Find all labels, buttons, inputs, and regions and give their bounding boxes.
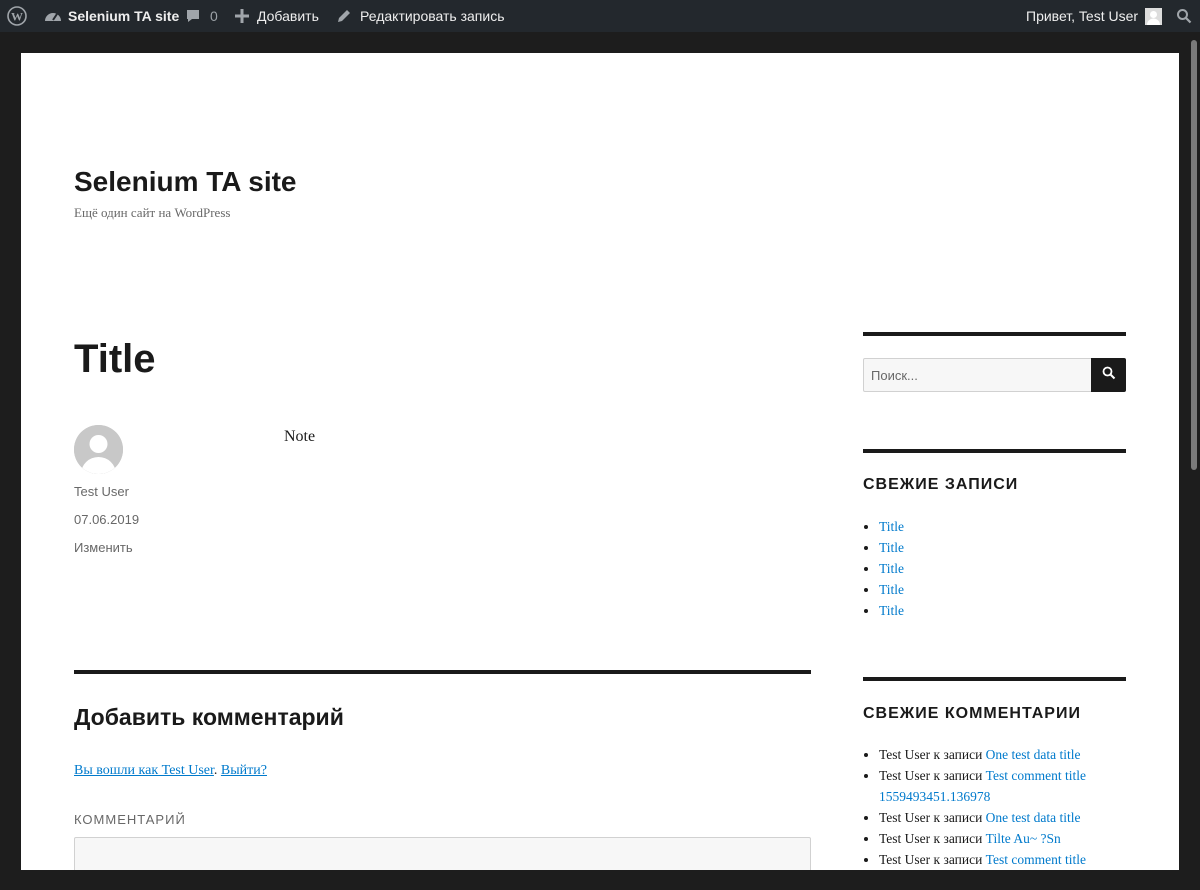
pencil-icon bbox=[336, 8, 352, 24]
site-name-menu[interactable]: Selenium TA site bbox=[44, 0, 179, 32]
site-name-label: Selenium TA site bbox=[68, 8, 180, 24]
recent-post-link[interactable]: Title bbox=[879, 603, 904, 618]
recent-posts-title: СВЕЖИЕ ЗАПИСИ bbox=[863, 476, 1019, 493]
list-item: Title bbox=[879, 537, 1141, 558]
recent-comments-list: Test User к записи One test data title T… bbox=[863, 744, 1141, 870]
search-icon[interactable] bbox=[1176, 0, 1192, 32]
recent-post-link[interactable]: Title bbox=[879, 540, 904, 555]
comment-post-link[interactable]: One test data title bbox=[986, 810, 1081, 825]
search-icon bbox=[1102, 366, 1116, 385]
list-item: Test User к записи Test comment title bbox=[879, 849, 1141, 870]
recent-post-link[interactable]: Title bbox=[879, 582, 904, 597]
comments-divider bbox=[74, 670, 811, 674]
comment-bubble-icon bbox=[185, 8, 201, 24]
dashboard-icon bbox=[44, 8, 62, 24]
post-content: Note bbox=[284, 428, 316, 445]
admin-bar: W Selenium TA site 0 Добавить Редактиров… bbox=[0, 0, 1200, 32]
post-date[interactable]: 07.06.2019 bbox=[74, 512, 139, 527]
recent-comments-divider bbox=[863, 677, 1126, 681]
reply-title: Добавить комментарий bbox=[74, 704, 344, 730]
comment-post-link[interactable]: Tilte Au~ ?Sn bbox=[986, 831, 1061, 846]
add-new-menu[interactable]: Добавить bbox=[235, 0, 319, 32]
comment-author: Test User bbox=[879, 852, 931, 867]
recent-post-link[interactable]: Title bbox=[879, 561, 904, 576]
comment-connector: к записи bbox=[930, 831, 986, 846]
greeting-label: Привет, Test User bbox=[1026, 8, 1139, 24]
add-new-label: Добавить bbox=[257, 8, 319, 24]
list-item: Title bbox=[879, 516, 1141, 537]
my-account-menu[interactable]: Привет, Test User bbox=[1026, 0, 1163, 32]
comment-connector: к записи bbox=[930, 768, 986, 783]
list-item: Test User к записи One test data title bbox=[879, 744, 1141, 765]
page: Selenium TA site Ещё один сайт на WordPr… bbox=[21, 53, 1179, 870]
post-author[interactable]: Test User bbox=[74, 484, 129, 499]
comment-author: Test User bbox=[879, 768, 931, 783]
comment-post-link[interactable]: One test data title bbox=[986, 747, 1081, 762]
list-item: Test User к записи One test data title bbox=[879, 807, 1141, 828]
wordpress-logo-icon[interactable]: W bbox=[7, 0, 27, 32]
comments-menu[interactable]: 0 bbox=[185, 0, 218, 32]
user-avatar-icon bbox=[1145, 7, 1163, 25]
recent-posts-list: Title Title Title Title Title bbox=[863, 516, 1141, 621]
search-button[interactable] bbox=[1091, 358, 1126, 392]
svg-text:W: W bbox=[11, 10, 23, 24]
logout-link[interactable]: Выйти? bbox=[221, 763, 267, 778]
comment-textarea[interactable] bbox=[74, 837, 811, 870]
comment-connector: к записи bbox=[930, 747, 986, 762]
comment-author: Test User bbox=[879, 747, 931, 762]
site-description: Ещё один сайт на WordPress bbox=[74, 205, 231, 220]
comment-connector: к записи bbox=[930, 852, 986, 867]
profile-link[interactable]: Вы вошли как Test User bbox=[74, 763, 214, 778]
list-item: Test User к записи Test comment title 15… bbox=[879, 765, 1141, 807]
comment-author: Test User bbox=[879, 810, 931, 825]
list-item: Title bbox=[879, 558, 1141, 579]
list-item: Title bbox=[879, 600, 1141, 621]
edit-post-link[interactable]: Изменить bbox=[74, 540, 133, 555]
recent-comments-title: СВЕЖИЕ КОММЕНТАРИИ bbox=[863, 705, 1081, 722]
scrollbar-thumb[interactable] bbox=[1191, 40, 1197, 470]
comment-connector: к записи bbox=[930, 810, 986, 825]
edit-post-menu[interactable]: Редактировать запись bbox=[336, 0, 505, 32]
list-item: Title bbox=[879, 579, 1141, 600]
comment-field-label: КОММЕНТАРИЙ bbox=[74, 812, 186, 827]
comment-post-link[interactable]: Test comment title bbox=[986, 852, 1086, 867]
edit-post-label: Редактировать запись bbox=[360, 8, 505, 24]
recent-posts-divider bbox=[863, 449, 1126, 453]
search-placeholder: Поиск... bbox=[871, 367, 918, 383]
post-title: Title bbox=[74, 337, 156, 381]
search-widget-divider bbox=[863, 332, 1126, 336]
comment-author: Test User bbox=[879, 831, 931, 846]
logged-in-as: Вы вошли как Test User. Выйти? bbox=[74, 763, 267, 778]
window-scrollbar[interactable] bbox=[1188, 32, 1200, 890]
plus-icon bbox=[235, 9, 249, 23]
comments-count: 0 bbox=[210, 8, 218, 24]
search-input[interactable]: Поиск... bbox=[863, 358, 1098, 392]
site-title[interactable]: Selenium TA site bbox=[74, 165, 297, 199]
author-avatar bbox=[74, 425, 123, 474]
list-item: Test User к записи Tilte Au~ ?Sn bbox=[879, 828, 1141, 849]
recent-post-link[interactable]: Title bbox=[879, 519, 904, 534]
